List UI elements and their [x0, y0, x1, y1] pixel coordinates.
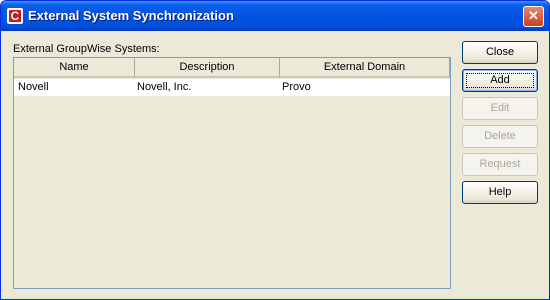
close-button[interactable]: Close — [462, 41, 538, 64]
edit-button[interactable]: Edit — [462, 97, 538, 120]
window-title: External System Synchronization — [28, 8, 234, 23]
app-icon: C — [7, 8, 23, 24]
add-button[interactable]: Add — [462, 69, 538, 92]
delete-button[interactable]: Delete — [462, 125, 538, 148]
dialog-window: C External System Synchronization ✕ Exte… — [0, 0, 550, 300]
column-header-name[interactable]: Name — [14, 58, 135, 78]
cell-external-domain: Provo — [282, 81, 311, 93]
request-button[interactable]: Request — [462, 153, 538, 176]
focus-rectangle — [466, 73, 534, 88]
external-systems-list[interactable]: Name Description External Domain Novell … — [13, 57, 451, 289]
cell-description: Novell, Inc. — [137, 81, 192, 93]
column-header-description[interactable]: Description — [135, 58, 280, 78]
help-button[interactable]: Help — [462, 181, 538, 204]
cell-name: Novell — [18, 81, 49, 93]
close-x-icon: ✕ — [528, 8, 539, 23]
title-bar[interactable]: C External System Synchronization ✕ — [1, 1, 549, 31]
list-label: External GroupWise Systems: — [13, 43, 160, 55]
column-header-external-domain[interactable]: External Domain — [280, 58, 450, 78]
close-window-button[interactable]: ✕ — [523, 6, 544, 27]
list-header: Name Description External Domain — [14, 58, 450, 78]
table-row[interactable]: Novell Novell, Inc. Provo — [14, 79, 450, 96]
